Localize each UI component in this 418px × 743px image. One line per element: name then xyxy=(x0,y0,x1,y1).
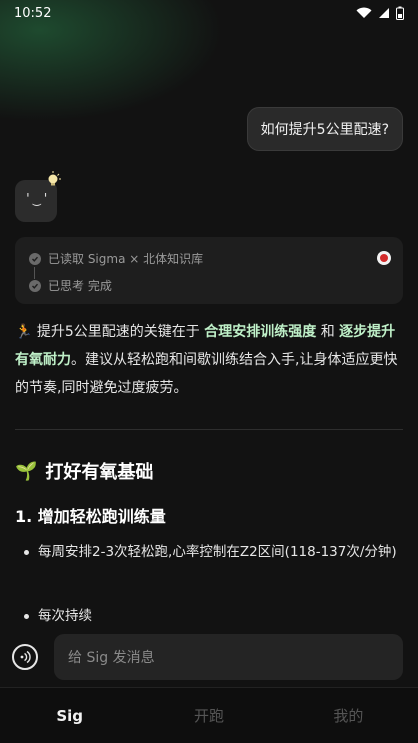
wifi-icon xyxy=(356,7,372,18)
read-status-text: 已读取 Sigma × 北体知识库 xyxy=(48,252,204,266)
subsection-heading: 1. 增加轻松跑训练量 xyxy=(15,507,166,526)
answer-text-2: 和 xyxy=(316,324,340,340)
seedling-icon: 🌱 xyxy=(15,460,38,482)
tab-run[interactable]: 开跑 xyxy=(139,688,278,743)
message-input-placeholder: 给 Sig 发消息 xyxy=(68,650,155,666)
message-input[interactable]: 给 Sig 发消息 xyxy=(54,634,403,680)
user-message-text: 如何提升5公里配速? xyxy=(260,122,389,138)
user-message-bubble[interactable]: 如何提升5公里配速? xyxy=(246,107,403,151)
composer: 给 Sig 发消息 xyxy=(0,625,418,687)
answer-paragraph: 🏃 提升5公里配速的关键在于 合理安排训练强度 和 逐步提升有氧耐力。建议从轻松… xyxy=(15,318,403,402)
check-icon xyxy=(29,252,41,265)
battery-icon xyxy=(396,6,404,20)
avatar-face-icon: '‿' xyxy=(24,192,51,207)
list-item: 每周安排2-3次轻松跑,心率控制在Z2区间(118-137次/分钟) xyxy=(24,540,398,565)
answer-text-1: 提升5公里配速的关键在于 xyxy=(32,324,205,340)
status-icons xyxy=(356,6,404,20)
bottom-tab-bar: Sig 开跑 我的 xyxy=(0,687,418,743)
signal-icon xyxy=(379,8,389,18)
assistant-status-card[interactable]: 已读取 Sigma × 北体知识库 已思考 完成 xyxy=(15,237,403,304)
runner-icon: 🏃 xyxy=(15,324,33,340)
tab-profile[interactable]: 我的 xyxy=(279,688,418,743)
assistant-avatar: '‿' xyxy=(15,171,61,222)
tab-sig[interactable]: Sig xyxy=(0,688,139,743)
section-heading: 🌱 打好有氧基础 xyxy=(15,458,153,484)
think-status-line: 已思考 完成 xyxy=(29,277,112,294)
answer-text-3: 。建议从轻松跑和间歇训练结合入手,让身体适应更快的节奏,同时避免过度疲劳。 xyxy=(15,352,398,396)
section-divider xyxy=(15,429,403,430)
knowledge-source-logo-icon xyxy=(377,251,391,265)
section-heading-text: 打好有氧基础 xyxy=(45,462,154,483)
read-status-line: 已读取 Sigma × 北体知识库 xyxy=(29,250,203,267)
answer-highlight-1: 合理安排训练强度 xyxy=(204,324,317,340)
sound-wave-icon xyxy=(20,650,31,664)
voice-input-button[interactable] xyxy=(12,644,38,670)
think-status-text: 已思考 完成 xyxy=(48,279,112,293)
check-icon xyxy=(29,279,41,292)
lightbulb-icon xyxy=(48,171,61,186)
status-time: 10:52 xyxy=(14,5,52,21)
status-bar: 10:52 xyxy=(0,0,418,26)
